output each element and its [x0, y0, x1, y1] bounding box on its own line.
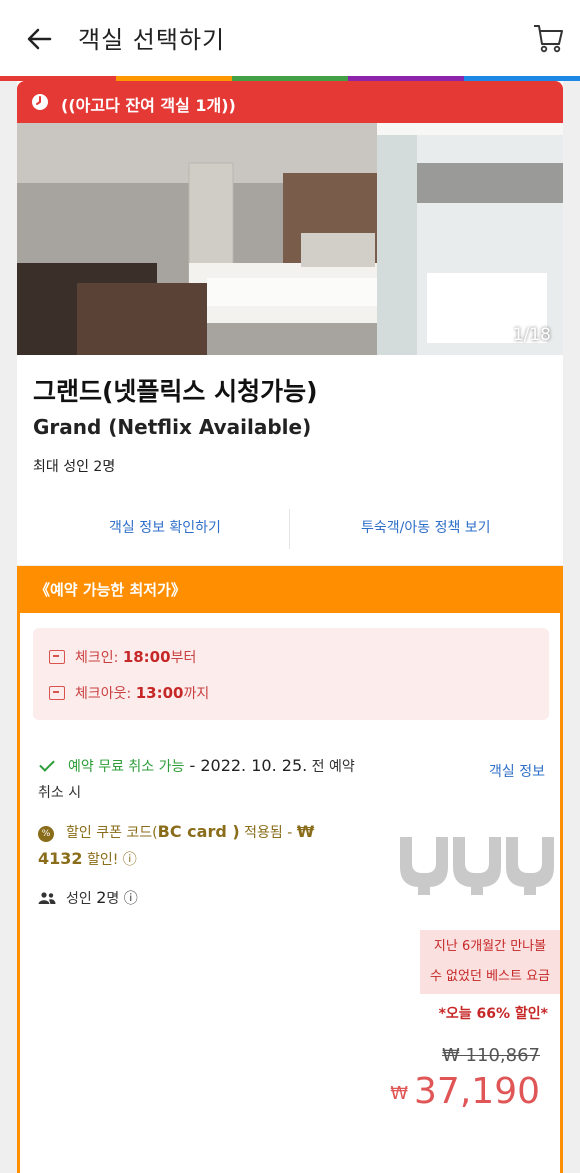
coupon-icon: % [38, 826, 54, 842]
best-price-badge: 지난 6개월간 만나볼 수 없었던 베스트 요금 [420, 930, 560, 994]
photo-counter: 1/18 [512, 325, 551, 345]
currency-symbol: ₩ [390, 1083, 409, 1104]
coupon-info: % 할인 쿠폰 코드(BC card ) 적용됨 - ₩ 4132 할인! ⓘ [38, 822, 315, 868]
cart-icon[interactable] [532, 20, 564, 54]
checkout-time: 13:00 [135, 684, 184, 702]
checkin-time: 18:00 [122, 648, 171, 666]
rate-header-text: 《예약 가능한 최저가》 [35, 581, 186, 599]
discount-label: *오늘 66% 할인* [438, 1006, 548, 1022]
room-info-link[interactable]: 객실 정보 확인하기 [109, 517, 221, 537]
cancellation-policy: 예약 무료 취소 가능 - 2022. 10. 25. 전 예약 취소 시 [38, 756, 355, 801]
yyy-logo [400, 837, 554, 895]
room-links: 객실 정보 확인하기 투숙객/아동 정책 보기 [17, 509, 563, 549]
arrow-left-icon[interactable] [22, 22, 56, 56]
people-icon [38, 892, 56, 904]
checkin-row: 체크인: 18:00부터 [49, 647, 196, 667]
final-price: ₩37,190 [390, 1071, 540, 1112]
room-info-button[interactable]: 객실 정보 [489, 761, 545, 781]
guest-policy-link[interactable]: 투숙객/아동 정책 보기 [361, 517, 491, 537]
room-photo[interactable]: 1/18 [17, 123, 563, 355]
room-name-korean: 그랜드(넷플릭스 시청가능) [33, 377, 318, 406]
occupancy-info: 성인 2명 ⓘ [38, 885, 358, 912]
final-price-value: 37,190 [414, 1071, 540, 1112]
checkout-icon [49, 686, 65, 700]
availability-banner: ((아고다 잔여 객실 1개)) [17, 81, 563, 123]
max-occupancy: 최대 성인 2명 [33, 459, 116, 475]
page-title: 객실 선택하기 [78, 26, 226, 54]
divider [289, 509, 290, 549]
room-photo-image [17, 123, 563, 355]
rate-option: 《예약 가능한 최저가》 체크인: 18:00부터 체크아웃: 13:00까지 … [17, 566, 563, 1173]
checkout-row: 체크아웃: 13:00까지 [49, 683, 209, 703]
room-name-english: Grand (Netflix Available) [33, 415, 312, 439]
rate-header: 《예약 가능한 최저가》 [17, 566, 563, 613]
original-price: ₩ 110,867 [442, 1045, 540, 1066]
clock-icon [32, 94, 48, 110]
availability-text: ((아고다 잔여 객실 1개)) [61, 96, 236, 115]
checkin-icon [49, 650, 65, 664]
app-header: 객실 선택하기 [0, 0, 580, 76]
room-card: ((아고다 잔여 객실 1개)) 1/18 그랜드(넷플릭스 시청가능) Gra… [17, 81, 563, 565]
checkmark-icon [39, 756, 55, 772]
checkin-checkout-box: 체크인: 18:00부터 체크아웃: 13:00까지 [33, 628, 549, 720]
